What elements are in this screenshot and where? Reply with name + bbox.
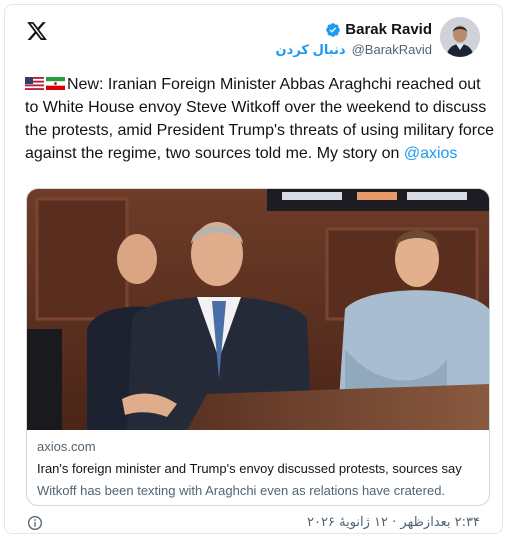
link-domain: axios.com bbox=[37, 439, 96, 454]
link-title[interactable]: Iran's foreign minister and Trump's envo… bbox=[37, 461, 481, 476]
author-header: Barak Ravid دنبال کردن @BarakRavid bbox=[276, 17, 480, 58]
info-icon[interactable] bbox=[27, 515, 43, 531]
author-display-name[interactable]: Barak Ravid bbox=[345, 21, 432, 38]
tweet-text: New: Iranian Foreign Minister Abbas Arag… bbox=[25, 73, 495, 165]
x-logo-icon[interactable] bbox=[26, 20, 48, 42]
article-image[interactable] bbox=[27, 189, 489, 430]
author-handle[interactable]: @BarakRavid bbox=[352, 42, 432, 58]
link-meta: axios.com Iran's foreign minister and Tr… bbox=[37, 439, 481, 498]
timestamp[interactable]: ۲:۳۴ بعدازظهر · ۱۲ ژانویهٔ ۲۰۲۶ bbox=[307, 515, 480, 530]
mention-link[interactable]: @axios bbox=[404, 145, 458, 162]
link-preview-card[interactable]: axios.com Iran's foreign minister and Tr… bbox=[26, 188, 490, 506]
author-info: Barak Ravid دنبال کردن @BarakRavid bbox=[276, 21, 432, 58]
verified-badge-icon bbox=[326, 22, 341, 37]
avatar-portrait-icon bbox=[440, 17, 480, 57]
profile-avatar[interactable] bbox=[440, 17, 480, 57]
link-description: Witkoff has been texting with Araghchi e… bbox=[37, 483, 446, 498]
us-flag-icon bbox=[25, 77, 44, 90]
iran-flag-icon bbox=[46, 77, 65, 90]
follow-button[interactable]: دنبال کردن bbox=[276, 42, 346, 58]
tweet-embed-card[interactable]: Barak Ravid دنبال کردن @BarakRavid New: … bbox=[4, 4, 503, 534]
